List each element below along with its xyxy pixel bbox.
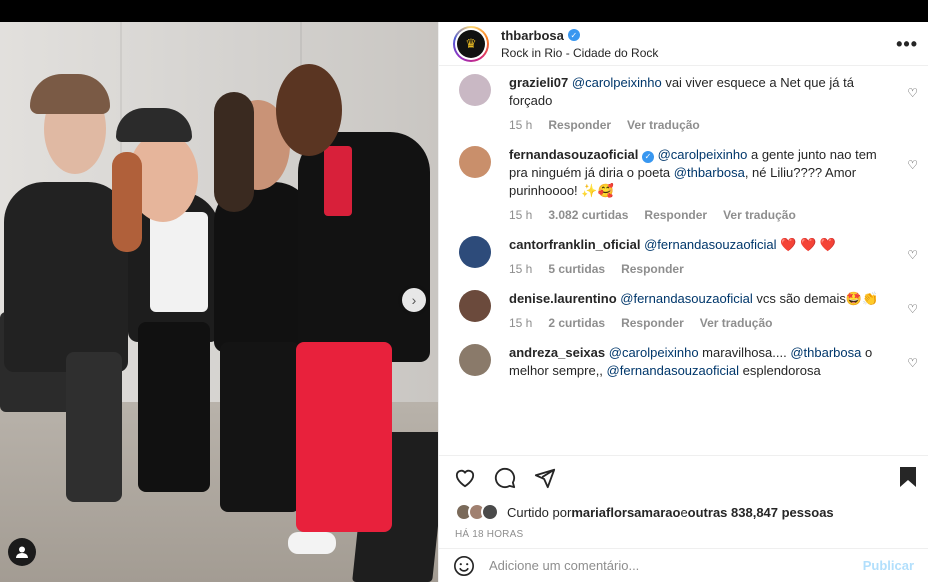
translate-button[interactable]: Ver tradução <box>700 316 773 330</box>
liker-username[interactable]: mariaflorsamarao <box>571 505 680 520</box>
commenter-avatar[interactable] <box>459 146 491 178</box>
more-options-icon[interactable]: ••• <box>896 34 918 55</box>
post-location[interactable]: Rock in Rio - Cidade do Rock <box>501 46 658 60</box>
comment-mention[interactable]: @thbarbosa <box>674 165 745 180</box>
like-button[interactable] <box>453 466 477 490</box>
post-time[interactable]: HÁ 18 HORAS <box>439 525 928 548</box>
emoji-icon[interactable] <box>453 555 475 577</box>
save-button[interactable] <box>898 466 918 493</box>
commenter-username[interactable]: fernandasouzaoficial <box>509 147 638 162</box>
crown-logo-icon: ♛ <box>457 29 485 58</box>
comment-text: ❤️ ❤️ ❤️ <box>776 237 836 252</box>
comment-input[interactable] <box>489 558 863 573</box>
person-2-cap <box>116 108 192 142</box>
post-header: ♛ thbarbosa ✓ Rock in Rio - Cidade do Ro… <box>439 22 928 66</box>
commenter-avatar[interactable] <box>459 236 491 268</box>
chevron-right-icon: › <box>411 292 417 308</box>
likes-middle: e <box>680 504 688 520</box>
comment-text: esplendorosa <box>739 363 821 378</box>
reply-button[interactable]: Responder <box>621 316 684 330</box>
likes-prefix: Curtido por <box>507 504 572 520</box>
comment-item: fernandasouzaoficial ✓ @carolpeixinho a … <box>459 146 918 222</box>
comment-mention[interactable]: @fernandasouzaoficial <box>620 291 752 306</box>
comment-time[interactable]: 15 h <box>509 262 532 276</box>
heart-outline-icon[interactable]: ♡ <box>907 248 918 262</box>
comment-time[interactable]: 15 h <box>509 208 532 222</box>
comment-text: vcs são demais🤩👏 <box>752 291 879 306</box>
comment-button[interactable] <box>493 466 517 490</box>
likes-summary: Curtido por mariaflorsamarao e outras 83… <box>439 499 928 525</box>
comment-mention[interactable]: @fernandasouzaoficial <box>644 237 776 252</box>
comment-icon <box>494 467 516 488</box>
person-4-pants <box>296 342 392 532</box>
author-avatar[interactable]: ♛ <box>453 25 489 62</box>
comment-mention[interactable]: @carolpeixinho <box>572 75 662 90</box>
person-4-jacket <box>298 132 430 362</box>
commenter-username[interactable]: denise.laurentino <box>509 291 617 306</box>
commenter-username[interactable]: andreza_seixas <box>509 345 605 360</box>
heart-icon <box>455 469 475 487</box>
add-comment-bar: Publicar <box>439 548 928 582</box>
heart-outline-icon[interactable]: ♡ <box>907 356 918 370</box>
person-4-shirt <box>324 146 352 216</box>
share-button[interactable] <box>533 466 557 490</box>
verified-badge-icon: ✓ <box>567 29 580 41</box>
commenter-username[interactable]: cantorfranklin_oficial <box>509 237 640 252</box>
comments-list: grazieli07 @carolpeixinho vai viver esqu… <box>439 66 928 455</box>
comment-time[interactable]: 15 h <box>509 118 532 132</box>
comment-likes[interactable]: 2 curtidas <box>548 316 605 330</box>
person-2-hair <box>112 152 142 252</box>
bookmark-icon <box>900 467 916 487</box>
commenter-username[interactable]: grazieli07 <box>509 75 568 90</box>
comment-item: grazieli07 @carolpeixinho vai viver esqu… <box>459 74 918 132</box>
comment-text: maravilhosa.... <box>698 345 791 360</box>
comment-likes[interactable]: 3.082 curtidas <box>548 208 628 222</box>
comment-likes[interactable]: 5 curtidas <box>548 262 605 276</box>
commenter-avatar[interactable] <box>459 74 491 106</box>
person-3-hair <box>214 92 254 212</box>
next-photo-button[interactable]: › <box>402 288 426 312</box>
post-sidebar: ♛ thbarbosa ✓ Rock in Rio - Cidade do Ro… <box>438 22 928 582</box>
heart-outline-icon[interactable]: ♡ <box>907 158 918 172</box>
liker-avatars[interactable] <box>455 503 499 521</box>
person-3-legs <box>220 342 300 512</box>
post-photo[interactable]: › <box>0 22 438 582</box>
user-icon <box>16 546 28 558</box>
reply-button[interactable]: Responder <box>548 118 611 132</box>
comment-mention[interactable]: @carolpeixinho <box>609 345 699 360</box>
comment-mention[interactable]: @fernandasouzaoficial <box>607 363 739 378</box>
comment-item: cantorfranklin_oficial @fernandasouzaofi… <box>459 236 918 276</box>
person-1-legs <box>66 352 122 502</box>
author-username[interactable]: thbarbosa <box>501 28 564 43</box>
verified-badge-icon: ✓ <box>641 151 654 163</box>
person-1-body <box>4 182 128 372</box>
commenter-avatar[interactable] <box>459 344 491 376</box>
translate-button[interactable]: Ver tradução <box>627 118 700 132</box>
publish-button[interactable]: Publicar <box>863 558 914 573</box>
reply-button[interactable]: Responder <box>644 208 707 222</box>
person-4-shoe <box>288 532 336 554</box>
commenter-avatar[interactable] <box>459 290 491 322</box>
person-2-legs <box>138 322 210 492</box>
likes-others[interactable]: outras 838,847 pessoas <box>688 505 834 520</box>
reply-button[interactable]: Responder <box>621 262 684 276</box>
comment-mention[interactable]: @thbarbosa <box>790 345 861 360</box>
comment-item: andreza_seixas @carolpeixinho maravilhos… <box>459 344 918 380</box>
comment-item: denise.laurentino @fernandasouzaoficial … <box>459 290 918 330</box>
send-icon <box>534 468 556 488</box>
person-2-shirt <box>150 212 208 312</box>
comment-mention[interactable]: @carolpeixinho <box>658 147 748 162</box>
person-4-head <box>276 64 342 156</box>
heart-outline-icon[interactable]: ♡ <box>907 86 918 100</box>
post-modal: › ♛ thbarbosa ✓ Rock in Rio - Cidade do … <box>0 22 928 582</box>
comment-time[interactable]: 15 h <box>509 316 532 330</box>
heart-outline-icon[interactable]: ♡ <box>907 302 918 316</box>
post-actions <box>439 455 928 499</box>
tagged-users-button[interactable] <box>8 538 36 566</box>
translate-button[interactable]: Ver tradução <box>723 208 796 222</box>
